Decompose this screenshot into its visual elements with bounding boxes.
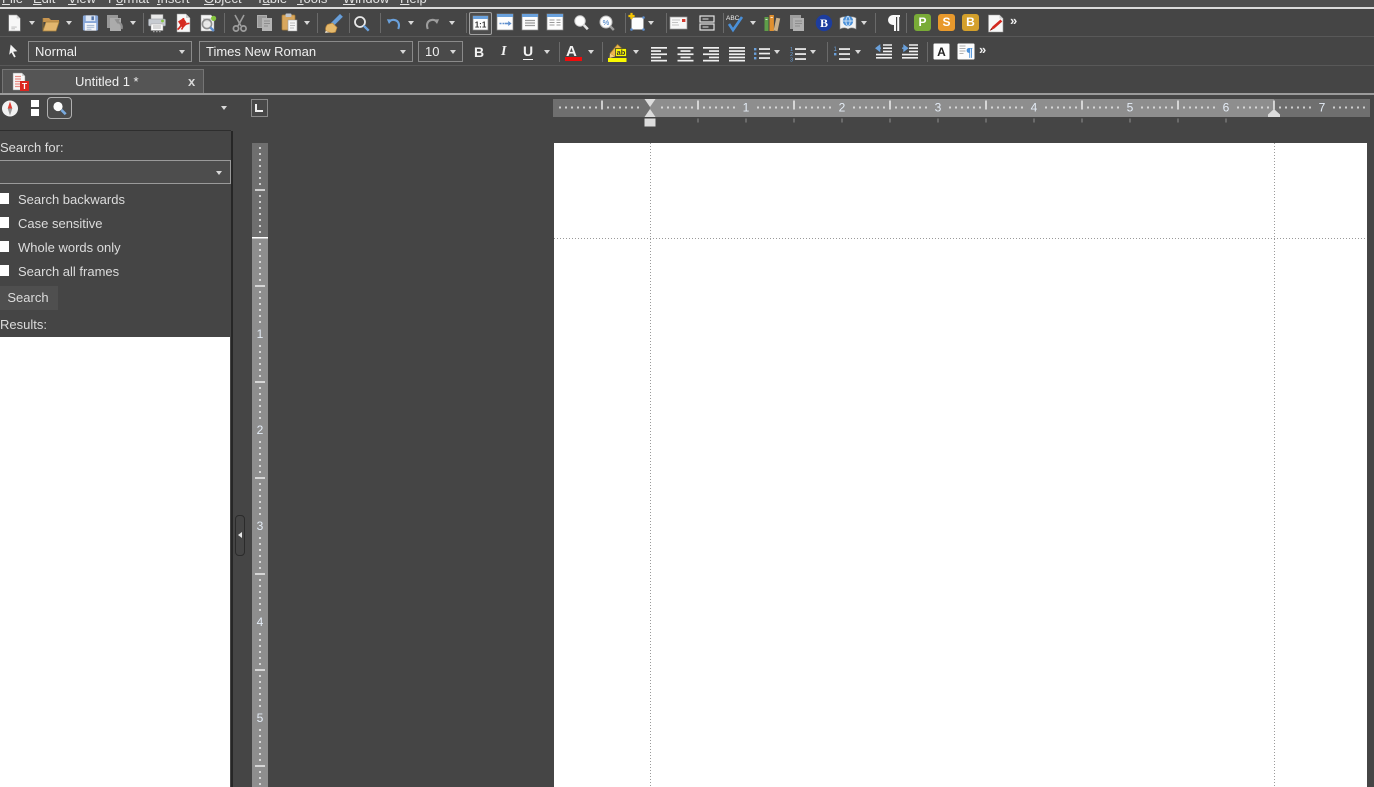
svg-text:3: 3 bbox=[790, 57, 793, 62]
svg-text:5: 5 bbox=[257, 711, 264, 725]
svg-text:4: 4 bbox=[1031, 101, 1038, 115]
svg-text:6: 6 bbox=[1223, 101, 1230, 115]
svg-text:3: 3 bbox=[257, 519, 264, 533]
svg-text:2: 2 bbox=[257, 423, 264, 437]
svg-text:ABC: ABC bbox=[726, 15, 740, 22]
svg-text:1:1: 1:1 bbox=[475, 21, 487, 30]
svg-text:7: 7 bbox=[1319, 101, 1326, 115]
svg-text:%: % bbox=[603, 18, 610, 27]
svg-text:¶: ¶ bbox=[966, 45, 973, 60]
svg-text:5: 5 bbox=[1127, 101, 1134, 115]
svg-text:A: A bbox=[937, 45, 946, 59]
svg-text:3: 3 bbox=[935, 101, 942, 115]
svg-text:T: T bbox=[22, 81, 28, 91]
svg-text:1: 1 bbox=[743, 101, 750, 115]
svg-text:ab: ab bbox=[617, 48, 626, 57]
svg-text:4: 4 bbox=[257, 615, 264, 629]
svg-text:1: 1 bbox=[257, 327, 264, 341]
svg-text:B: B bbox=[820, 16, 828, 30]
svg-text:2: 2 bbox=[839, 101, 846, 115]
svg-text:1: 1 bbox=[834, 47, 838, 53]
